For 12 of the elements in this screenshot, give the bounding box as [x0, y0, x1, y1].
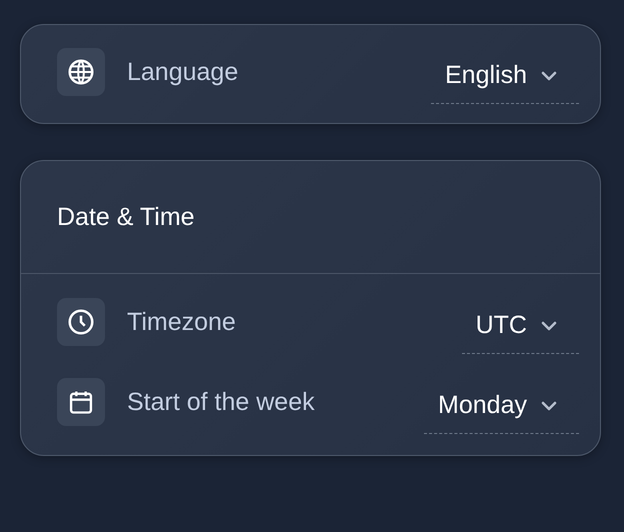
- section-title: Date & Time: [57, 202, 195, 232]
- chevron-down-icon: [541, 400, 557, 410]
- setting-label: Start of the week: [127, 388, 316, 416]
- chevron-down-icon: [541, 320, 557, 330]
- globe-icon: [66, 57, 96, 87]
- clock-icon: [66, 307, 96, 337]
- setting-label: Timezone: [127, 308, 237, 336]
- dropdown[interactable]: Monday: [424, 378, 579, 434]
- chevron-down-icon: [541, 70, 557, 80]
- dropdown[interactable]: English: [431, 48, 579, 104]
- setting-label: Language: [127, 58, 240, 86]
- dropdown[interactable]: UTC: [462, 298, 579, 354]
